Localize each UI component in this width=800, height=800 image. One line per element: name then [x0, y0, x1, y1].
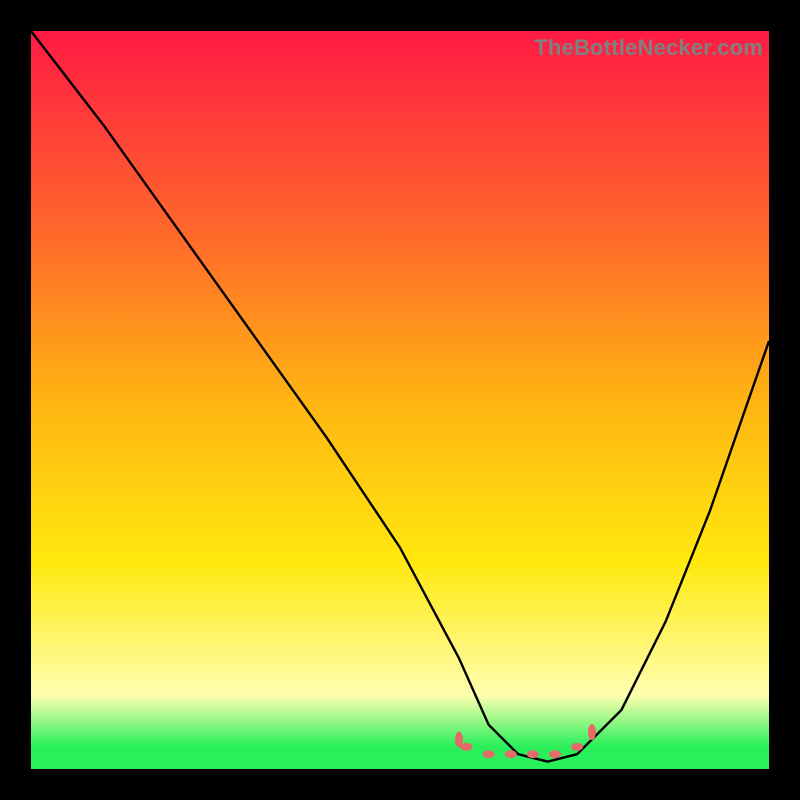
optimum-right-edge	[588, 724, 596, 740]
gradient-background	[31, 31, 769, 769]
watermark-text: TheBottleNecker.com	[534, 35, 763, 61]
optimum-dot-2	[505, 750, 517, 758]
bottleneck-chart	[31, 31, 769, 769]
optimum-left-dot	[460, 743, 472, 751]
optimum-dot-1	[483, 750, 495, 758]
optimum-dot-3	[527, 750, 539, 758]
optimum-right-dot	[571, 743, 583, 751]
optimum-dot-4	[549, 750, 561, 758]
chart-frame: TheBottleNecker.com	[31, 31, 769, 769]
